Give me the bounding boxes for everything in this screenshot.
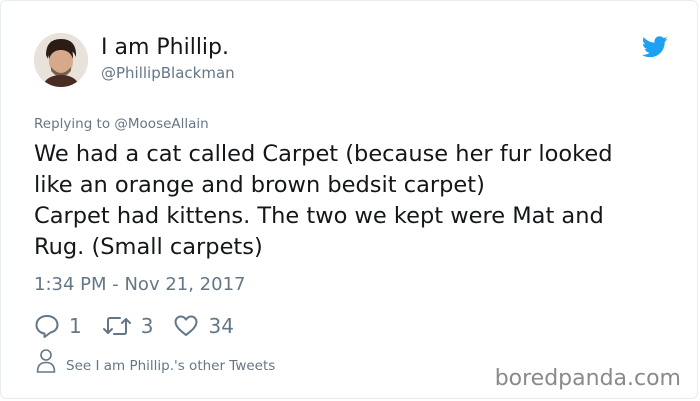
watermark: boredpanda.com	[494, 366, 681, 391]
retweet-count: 3	[140, 314, 154, 338]
reply-count: 1	[69, 314, 82, 338]
tweet-text-line: like an orange and brown bedsit carpet)	[34, 172, 485, 198]
replying-to[interactable]: Replying to @MooseAllain	[34, 116, 209, 132]
see-other-tweets-label: See I am Phillip.'s other Tweets	[66, 358, 276, 374]
tweet-text-line: We had a cat called Carpet (because her …	[34, 141, 613, 167]
user-handle[interactable]: @PhillipBlackman	[101, 64, 235, 82]
reply-button[interactable]: 1	[34, 313, 82, 339]
tweet-timestamp[interactable]: 1:34 PM - Nov 21, 2017	[34, 274, 245, 295]
tweet-text-line: Carpet had kittens. The two we kept were…	[34, 203, 604, 229]
tweet-actions: 1 3 34	[34, 313, 254, 339]
like-button[interactable]: 34	[173, 313, 234, 339]
tweet-text-line: Rug. (Small carpets)	[34, 234, 263, 260]
like-count: 34	[208, 314, 234, 338]
display-name[interactable]: I am Phillip.	[101, 35, 229, 60]
heart-icon	[173, 313, 199, 339]
avatar[interactable]	[34, 33, 88, 87]
retweet-icon	[102, 313, 132, 339]
retweet-button[interactable]: 3	[102, 313, 154, 339]
reply-icon	[34, 313, 60, 339]
see-other-tweets-link[interactable]: See I am Phillip.'s other Tweets	[36, 348, 275, 378]
tweet-text: We had a cat called Carpet (because her …	[34, 139, 674, 263]
twitter-bird-icon[interactable]	[641, 36, 668, 58]
tweet-card: I am Phillip. @PhillipBlackman Replying …	[0, 0, 698, 399]
person-icon	[36, 348, 56, 378]
